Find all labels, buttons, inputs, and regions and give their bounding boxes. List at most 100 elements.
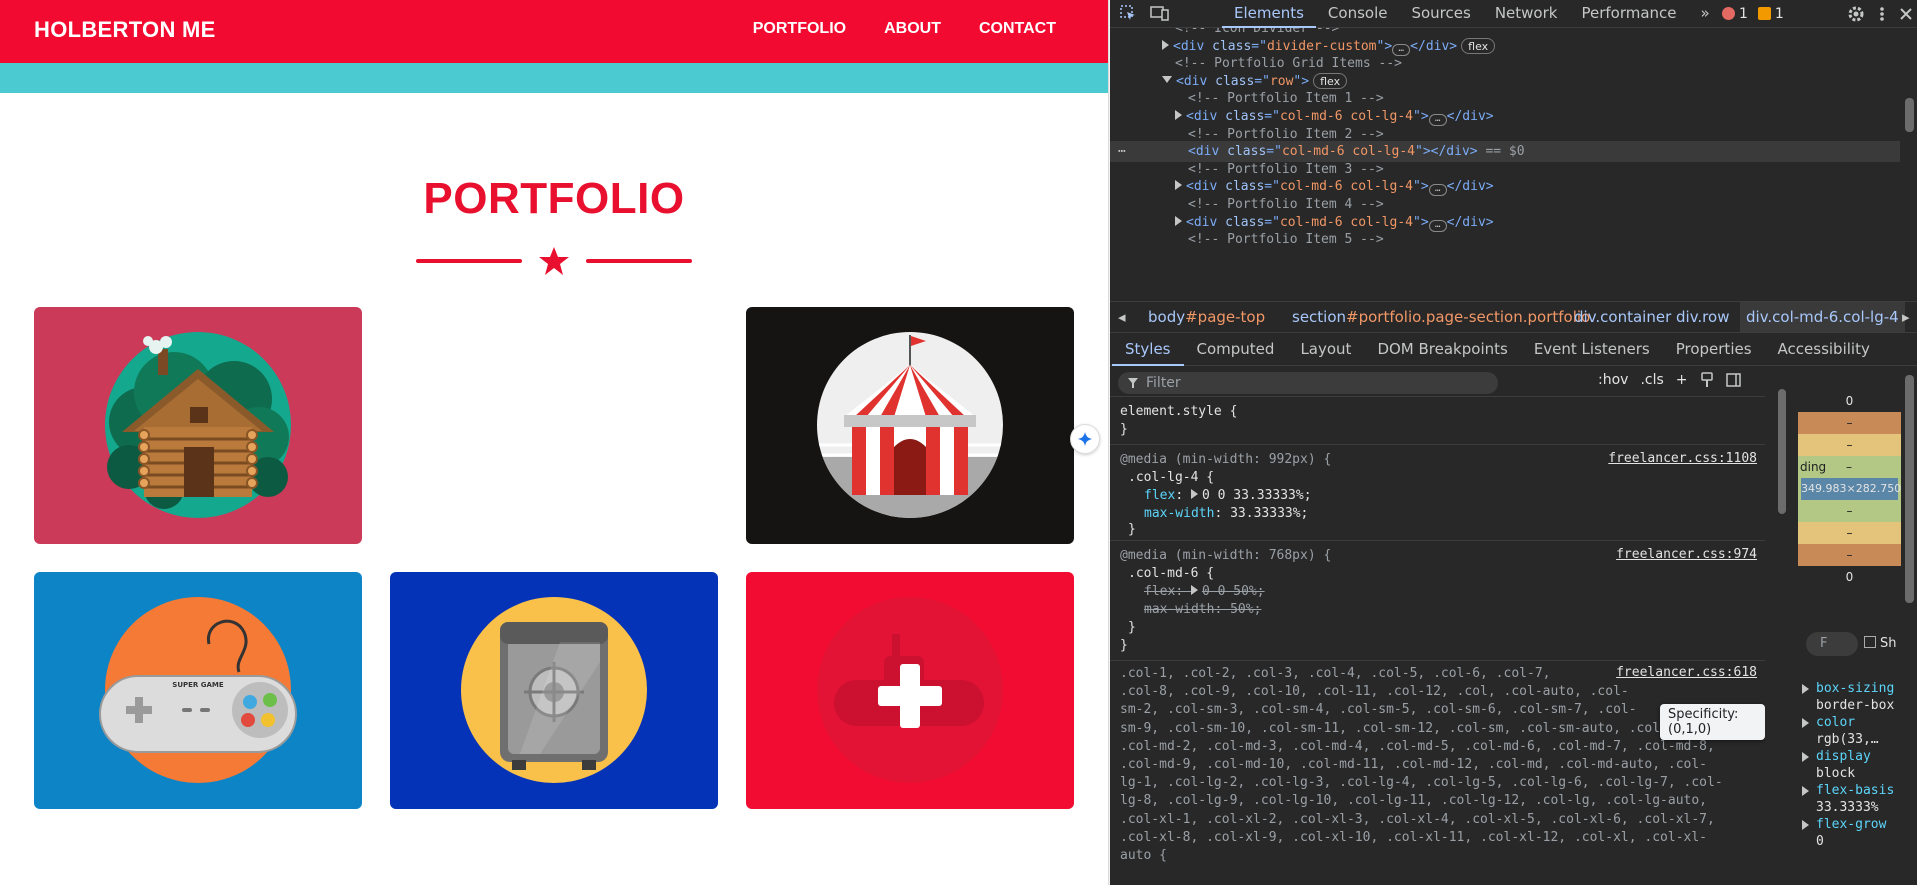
- styles-filter-input[interactable]: Filter: [1118, 372, 1498, 394]
- expand-arrow-icon[interactable]: [1175, 110, 1182, 120]
- margin-top-value[interactable]: 0: [1798, 390, 1901, 412]
- tab-dom-breakpoints[interactable]: DOM Breakpoints: [1364, 334, 1520, 366]
- hov-button[interactable]: :hov: [1598, 372, 1628, 388]
- tab-console[interactable]: Console: [1316, 0, 1400, 28]
- device-toolbar-icon[interactable]: [1150, 4, 1170, 24]
- tab-sources[interactable]: Sources: [1399, 0, 1482, 28]
- close-icon[interactable]: [1899, 7, 1913, 21]
- nav-about[interactable]: ABOUT: [884, 20, 941, 38]
- computed-property-name[interactable]: display: [1816, 748, 1871, 765]
- expand-arrow-icon[interactable]: [1190, 489, 1198, 499]
- dom-tree-scroll-thumb[interactable]: [1905, 98, 1914, 132]
- rule-source-link[interactable]: freelancer.css:618: [1616, 665, 1757, 680]
- collapsed-children-icon[interactable]: …: [1428, 114, 1447, 126]
- content-size[interactable]: 349.983×282.750: [1801, 478, 1901, 500]
- declaration-max-width-overridden[interactable]: max-width: 50%;: [1144, 601, 1261, 619]
- breadcrumb-row[interactable]: div.row: [1676, 308, 1729, 326]
- portfolio-item-game-controller[interactable]: SUPER GAME: [34, 572, 362, 809]
- dom-tree-scrollbar[interactable]: [1902, 28, 1917, 298]
- expand-arrow-icon[interactable]: [1802, 752, 1809, 762]
- tab-event-listeners[interactable]: Event Listeners: [1521, 334, 1663, 366]
- tab-layout[interactable]: Layout: [1287, 334, 1364, 366]
- breadcrumb-right-arrow-icon[interactable]: ▸: [1902, 308, 1910, 326]
- margin-bottom-value[interactable]: 0: [1798, 566, 1901, 588]
- show-all-checkbox[interactable]: Sh: [1864, 632, 1897, 656]
- brand-link[interactable]: HOLBERTON ME: [34, 17, 216, 43]
- computed-property-name[interactable]: box-sizing: [1816, 680, 1894, 697]
- expand-arrow-icon[interactable]: [1162, 39, 1169, 50]
- dom-comment[interactable]: <!-- Portfolio Item 5 -->: [1188, 229, 1384, 250]
- styles-scrollbar[interactable]: [1776, 367, 1788, 885]
- node-actions-icon[interactable]: ⋯: [1118, 141, 1126, 162]
- breadcrumb-col[interactable]: div.col-md-6.col-lg-4: [1740, 302, 1905, 332]
- computed-scroll-thumb[interactable]: [1905, 375, 1914, 603]
- tab-network[interactable]: Network: [1483, 0, 1570, 28]
- tab-properties[interactable]: Properties: [1663, 334, 1765, 366]
- computed-property-name[interactable]: flex-basis: [1816, 782, 1894, 799]
- nav-portfolio[interactable]: PORTFOLIO: [753, 20, 846, 38]
- selector-line: .col-1, .col-2, .col-3, .col-4, .col-5, …: [1120, 666, 1551, 681]
- ai-assist-button[interactable]: [1070, 424, 1100, 454]
- computed-property-name[interactable]: flex-grow: [1816, 816, 1886, 833]
- expand-arrow-icon[interactable]: [1190, 585, 1198, 595]
- breadcrumb-container[interactable]: div.container: [1574, 308, 1671, 326]
- issue-counters[interactable]: 1 1: [1722, 0, 1784, 28]
- expand-arrow-icon[interactable]: [1175, 180, 1182, 191]
- computed-filter-input[interactable]: F: [1806, 632, 1858, 656]
- expand-arrow-icon[interactable]: [1802, 786, 1809, 796]
- flex-badge[interactable]: flex: [1313, 72, 1348, 89]
- breadcrumb-body[interactable]: body#page-top: [1148, 308, 1265, 326]
- declaration-flex-overridden[interactable]: flex: 0 0 50%;: [1144, 583, 1265, 601]
- more-tabs-icon[interactable]: »: [1689, 0, 1722, 28]
- portfolio-item-circus-tent[interactable]: [746, 307, 1074, 544]
- border-top-value[interactable]: –: [1798, 412, 1901, 434]
- breadcrumb-left-arrow-icon[interactable]: ◂: [1118, 308, 1126, 326]
- border-value[interactable]: –: [1798, 434, 1901, 456]
- checkbox-icon[interactable]: [1864, 636, 1876, 648]
- expand-arrow-icon[interactable]: [1802, 684, 1809, 694]
- paint-brush-icon[interactable]: [1700, 372, 1714, 388]
- declaration-flex[interactable]: flex: 0 0 33.33333%;: [1144, 487, 1312, 505]
- padding-bottom-value[interactable]: –: [1798, 500, 1901, 522]
- nav-contact[interactable]: CONTACT: [979, 20, 1056, 38]
- more-options-icon[interactable]: [1879, 5, 1885, 23]
- error-counter[interactable]: 1: [1722, 6, 1748, 22]
- selector-line: lg-8, .col-lg-9, .col-lg-10, .col-lg-11,…: [1120, 793, 1707, 809]
- rule-selector[interactable]: .col-lg-4 {: [1128, 469, 1214, 487]
- tab-accessibility[interactable]: Accessibility: [1765, 334, 1883, 366]
- computed-property-name[interactable]: color: [1816, 714, 1855, 731]
- declaration-max-width[interactable]: max-width: 33.33333%;: [1144, 505, 1308, 523]
- expand-arrow-icon[interactable]: [1175, 215, 1182, 226]
- portfolio-item-safe[interactable]: [390, 572, 718, 809]
- tab-computed[interactable]: Computed: [1184, 334, 1288, 366]
- margin-bottom-edge[interactable]: –: [1798, 544, 1901, 566]
- collapsed-children-icon[interactable]: …: [1428, 219, 1447, 232]
- portfolio-item-cabin[interactable]: [34, 307, 362, 544]
- cls-button[interactable]: .cls: [1640, 372, 1663, 388]
- settings-gear-icon[interactable]: [1847, 5, 1865, 23]
- rule-source-link[interactable]: freelancer.css:974: [1616, 547, 1757, 562]
- portfolio-item-submarine[interactable]: [746, 572, 1074, 809]
- element-style-selector[interactable]: element.style {: [1120, 403, 1237, 421]
- breadcrumb-section[interactable]: section#portfolio.page-section.portfolio: [1292, 308, 1590, 326]
- tab-elements[interactable]: Elements: [1222, 0, 1316, 28]
- new-rule-icon[interactable]: +: [1676, 372, 1688, 388]
- rule-selector[interactable]: .col-md-6 {: [1128, 565, 1214, 583]
- border-bottom-value[interactable]: –: [1798, 522, 1901, 544]
- styles-scroll-thumb[interactable]: [1778, 389, 1786, 514]
- tab-performance[interactable]: Performance: [1569, 0, 1688, 28]
- collapsed-children-icon[interactable]: …: [1428, 184, 1447, 197]
- tab-styles[interactable]: Styles: [1112, 334, 1184, 366]
- inspect-element-icon[interactable]: [1118, 4, 1138, 24]
- toggle-sidebar-icon[interactable]: [1725, 372, 1742, 388]
- collapse-arrow-icon[interactable]: [1162, 75, 1172, 83]
- flex-badge[interactable]: flex: [1461, 37, 1496, 54]
- rule-source-link[interactable]: freelancer.css:1108: [1608, 451, 1757, 466]
- expand-arrow-icon[interactable]: [1802, 718, 1809, 728]
- computed-scrollbar[interactable]: [1902, 367, 1917, 885]
- warning-counter[interactable]: 1: [1757, 6, 1784, 22]
- dom-tree[interactable]: <!-- Icon Divider --> <div class="divider…: [1110, 28, 1900, 298]
- padding-top-value[interactable]: –: [1846, 456, 1852, 478]
- styles-toolbar-buttons: :hov .cls +: [1598, 372, 1742, 388]
- expand-arrow-icon[interactable]: [1802, 820, 1809, 830]
